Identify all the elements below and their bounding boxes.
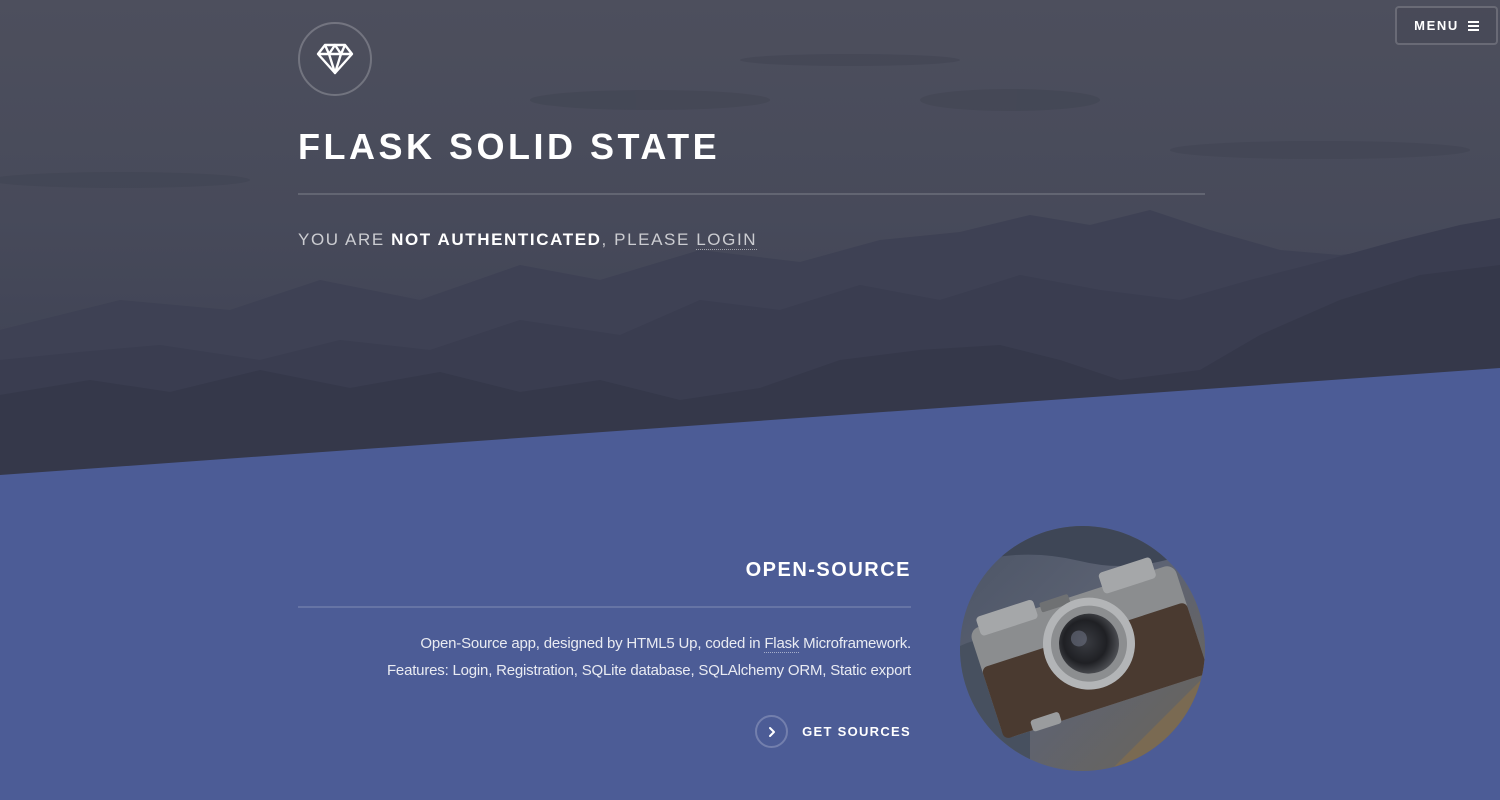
site-title: FLASK SOLID STATE xyxy=(298,126,721,167)
auth-middle: , PLEASE xyxy=(601,230,697,249)
auth-prefix: YOU ARE xyxy=(298,230,392,249)
login-link[interactable]: LOGIN xyxy=(696,230,758,250)
auth-status: NOT AUTHENTICATED xyxy=(391,230,602,249)
feature-title: OPEN-SOURCE xyxy=(745,559,911,581)
feature-line-1: Open-Source app, designed by HTML5 Up, c… xyxy=(387,630,911,657)
diamond-icon xyxy=(316,43,354,75)
get-sources-label: GET SOURCES xyxy=(802,724,911,739)
menu-button[interactable]: MENU xyxy=(1395,6,1498,45)
feature-line-1-prefix: Open-Source app, designed by HTML5 Up, c… xyxy=(420,635,765,652)
get-sources-button[interactable]: GET SOURCES xyxy=(755,715,911,748)
chevron-right-icon xyxy=(755,715,789,748)
camera-photo xyxy=(960,526,1205,771)
auth-status-line: YOU ARE NOT AUTHENTICATED, PLEASE LOGIN xyxy=(298,230,758,250)
site-logo[interactable] xyxy=(298,22,372,96)
menu-label: MENU xyxy=(1414,18,1459,33)
title-divider xyxy=(298,193,1205,195)
feature-line-1-suffix: Microframework. xyxy=(799,635,911,652)
feature-line-2: Features: Login, Registration, SQLite da… xyxy=(386,662,911,679)
flask-link[interactable]: Flask xyxy=(764,635,799,653)
feature-description: Open-Source app, designed by HTML5 Up, c… xyxy=(387,630,911,684)
feature-divider xyxy=(298,606,911,608)
hamburger-icon xyxy=(1467,20,1479,31)
